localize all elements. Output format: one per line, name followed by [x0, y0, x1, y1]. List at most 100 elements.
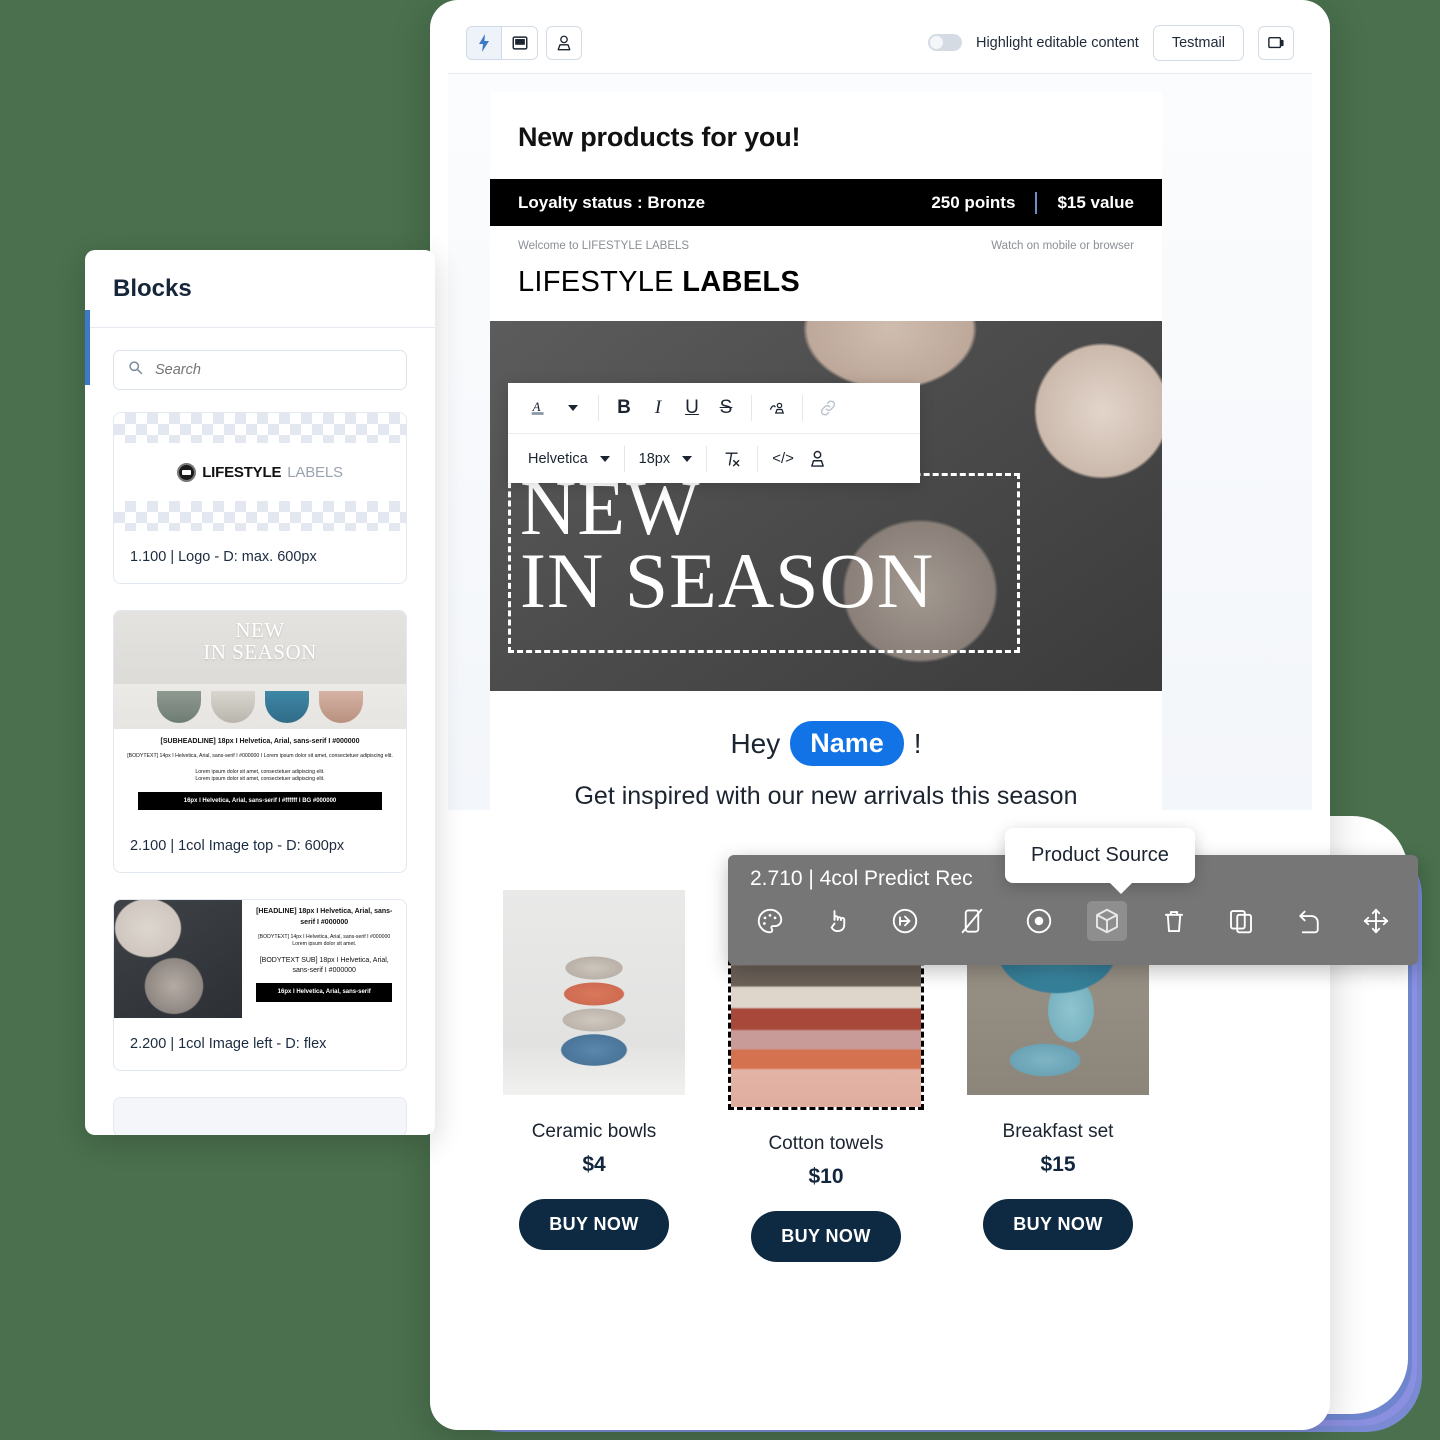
divider: [802, 395, 803, 421]
link-icon[interactable]: [811, 391, 845, 425]
email-greeting-block[interactable]: Hey Name ! Get inspired with our new arr…: [490, 691, 1162, 810]
palette-icon[interactable]: [750, 901, 790, 941]
font-family-select[interactable]: Helvetica: [522, 451, 616, 467]
email-editor-window: Highlight editable content Testmail New …: [430, 0, 1330, 1430]
blocks-panel-title: Blocks: [85, 250, 435, 328]
product-name: Ceramic bowls: [531, 1121, 657, 1142]
highlight-editable-toggle[interactable]: [927, 34, 962, 51]
email-preview-canvas: New products for you! Loyalty status : B…: [448, 74, 1312, 810]
spec-button-text: 16px I Helvetica, Arial, sans-serif I #f…: [138, 791, 382, 811]
logo-bold-text: LIFESTYLE: [202, 463, 282, 481]
product-name: Breakfast set: [1002, 1121, 1114, 1142]
chevron-down-icon: [599, 455, 610, 462]
move-icon[interactable]: [1356, 901, 1396, 941]
buy-now-button[interactable]: BUY NOW: [519, 1199, 669, 1250]
italic-button[interactable]: I: [641, 391, 675, 425]
font-size-select[interactable]: 18px: [633, 451, 698, 467]
preheader-right[interactable]: Watch on mobile or browser: [991, 240, 1134, 252]
product-card[interactable]: Ceramic bowls $4 BUY NOW: [490, 890, 698, 1262]
hero-title[interactable]: NEW IN SEASON: [520, 468, 934, 620]
block-spec-preview: [SUBHEADLINE] 18px I Helvetica, Arial, s…: [114, 729, 406, 821]
product-source-tooltip: Product Source: [1005, 828, 1195, 894]
code-icon[interactable]: </>: [766, 442, 800, 476]
preheader-left: Welcome to LIFESTYLE LABELS: [518, 240, 690, 252]
divider: [706, 445, 708, 472]
greeting-subline: Get inspired with our new arrivals this …: [574, 782, 1078, 810]
divider: [757, 445, 759, 472]
hero-line2: IN SEASON: [203, 640, 317, 665]
spec-bodytext: [BODYTEXT] 14px I Helvetica, Arial, sans…: [258, 933, 391, 940]
rich-text-editor-toolbar: A B I U S Helvetica 18px </>: [508, 383, 920, 483]
personalization-chip-name[interactable]: Name: [790, 721, 904, 766]
font-family-value: Helvetica: [528, 450, 588, 467]
lightning-icon[interactable]: [466, 25, 502, 60]
product-name: Cotton towels: [768, 1133, 884, 1154]
blocks-search-box[interactable]: [113, 350, 407, 390]
email-document: New products for you! Loyalty status : B…: [490, 92, 1162, 810]
highlight-editable-label: Highlight editable content: [975, 34, 1139, 51]
spec-subheadline: [SUBHEADLINE] 18px I Helvetica, Arial, s…: [160, 738, 360, 745]
testmail-button[interactable]: Testmail: [1152, 24, 1244, 61]
email-hero-image[interactable]: NEW IN SEASON A B I U S Helvetica 18px <…: [490, 321, 1162, 691]
person-icon[interactable]: [546, 25, 582, 60]
font-color-dropdown-icon[interactable]: [556, 391, 590, 425]
block-thumbnail: [114, 1098, 406, 1135]
block-card-label: 2.100 | 1col Image top - D: 600px: [130, 838, 345, 855]
font-color-icon[interactable]: A: [522, 391, 556, 425]
lifestyle-labels-logo: LIFESTYLE LABELS: [177, 462, 343, 482]
product-price: $10: [808, 1165, 844, 1188]
brand-bold: LABELS: [682, 266, 800, 298]
spec-button-text: 16px I Helvetica, Arial, sans-serif: [256, 983, 392, 1002]
svg-text:A: A: [532, 400, 541, 414]
block-spec-preview: [HEADLINE] 18px I Helvetica, Arial, sans…: [242, 900, 406, 1019]
link-arrow-icon[interactable]: [885, 901, 925, 941]
block-card-next-partial[interactable]: [113, 1097, 407, 1135]
device-preview-icon[interactable]: [1258, 25, 1294, 60]
logo-light-text: LABELS: [287, 463, 343, 481]
loyalty-status: Loyalty status : Bronze: [518, 192, 706, 212]
product-source-box-icon[interactable]: [1086, 901, 1127, 941]
hide-mobile-icon[interactable]: [952, 901, 992, 941]
product-image-ceramic-bowls[interactable]: [503, 890, 685, 1095]
search-input[interactable]: [155, 362, 392, 378]
loyalty-value: $15 value: [1057, 192, 1134, 212]
view-mode-segmented-control[interactable]: [466, 25, 538, 60]
trash-icon[interactable]: [1154, 901, 1194, 941]
divider: [598, 395, 599, 421]
personalize-icon[interactable]: [760, 391, 794, 425]
thumbnail-hero-title: NEW IN SEASON: [114, 619, 406, 663]
thumbnail-bowls: [114, 691, 406, 723]
loyalty-bar: Loyalty status : Bronze 250 points $15 v…: [490, 179, 1162, 226]
spec-lorem-2: Lorem ipsum dolor sit amet, consectetuer…: [195, 776, 325, 783]
email-preheader: Welcome to LIFESTYLE LABELS Watch on mob…: [490, 226, 1162, 258]
block-thumbnail: LIFESTYLE LABELS: [114, 413, 406, 531]
editor-top-toolbar: Highlight editable content Testmail: [448, 12, 1312, 74]
target-icon[interactable]: [1019, 901, 1059, 941]
person-merge-icon[interactable]: [800, 442, 834, 476]
spec-lorem: Lorem ipsum dolor sit amet.: [292, 941, 357, 948]
block-card-1col-image-left[interactable]: [HEADLINE] 18px I Helvetica, Arial, sans…: [113, 899, 407, 1072]
thumbnail-photo: [114, 900, 243, 1019]
context-toolbar-icons: [750, 901, 1396, 941]
loyalty-points: 250 points: [931, 192, 1016, 212]
block-card-label: 2.200 | 1col Image left - D: flex: [130, 1036, 327, 1053]
strikethrough-button[interactable]: S: [709, 391, 743, 425]
bold-button[interactable]: B: [607, 391, 641, 425]
product-price: $4: [582, 1153, 606, 1176]
revert-icon[interactable]: [1289, 901, 1329, 941]
chevron-down-icon: [682, 455, 693, 462]
block-card-1col-image-top[interactable]: NEW IN SEASON [SUBHEADLINE] 18px I Helve…: [113, 610, 407, 874]
clear-formatting-icon[interactable]: [715, 442, 749, 476]
loyalty-divider: [1035, 191, 1038, 214]
buy-now-button[interactable]: BUY NOW: [751, 1211, 901, 1262]
blocks-list: LIFESTYLE LABELS 1.100 | Logo - D: max. 6…: [85, 390, 435, 1135]
duplicate-icon[interactable]: [1221, 901, 1261, 941]
divider: [751, 395, 752, 421]
desktop-icon[interactable]: [502, 25, 538, 60]
click-interaction-icon[interactable]: [817, 901, 857, 941]
block-card-logo[interactable]: LIFESTYLE LABELS 1.100 | Logo - D: max. 6…: [113, 412, 407, 584]
divider: [623, 445, 625, 472]
underline-button[interactable]: U: [675, 391, 709, 425]
buy-now-button[interactable]: BUY NOW: [983, 1199, 1133, 1250]
greeting-line: Hey Name !: [490, 721, 1162, 766]
